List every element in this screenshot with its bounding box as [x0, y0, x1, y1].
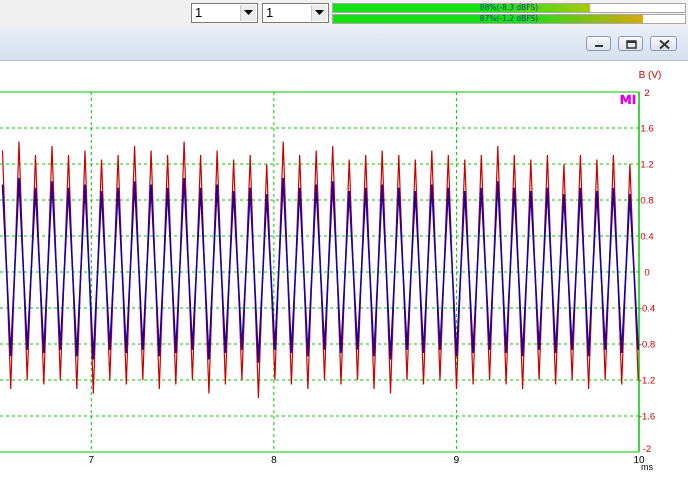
level-meter-1-label: 88%(-8.3 dBFS) — [479, 3, 539, 12]
waveform-chart[interactable]: B (V) ms MI 21.61.20.80.40-0.4-0.8-1.2-1… — [0, 61, 688, 487]
chevron-down-icon[interactable] — [240, 5, 256, 21]
y-tick-label: -0.4 — [639, 304, 655, 315]
channel-combo-2-value: 1 — [266, 5, 274, 20]
toolbar: 1 1 88%(-8.3 dBFS) 87%(-1.2 dBFS) — [0, 0, 688, 28]
marker-label[interactable]: MI — [620, 93, 637, 107]
window-titlebar[interactable] — [0, 27, 688, 61]
waveform-trace-core — [1, 177, 639, 363]
y-tick-label: -1.2 — [639, 376, 655, 387]
minimize-button[interactable] — [586, 36, 611, 51]
y-tick-label: -2 — [643, 444, 651, 455]
y-tick-label: 0.8 — [640, 196, 653, 207]
restore-button[interactable] — [618, 36, 643, 51]
x-tick-label: 10 — [633, 455, 645, 466]
y-tick-label: 2 — [644, 88, 649, 99]
y-tick-label: -1.6 — [639, 412, 655, 423]
x-tick-label: 9 — [454, 455, 460, 466]
close-button[interactable] — [650, 36, 677, 51]
scope-window: B (V) ms MI 2 1.6 1.2 0.8 0.4 0 -0.4 -0.8 -1.2 -1… — [0, 27, 688, 487]
y-tick-label: 0.4 — [640, 232, 653, 243]
y-tick-label: -0.8 — [639, 340, 655, 351]
close-icon — [659, 39, 670, 50]
y-axis-label: B (V) — [639, 70, 662, 81]
channel-combo-1-value: 1 — [195, 5, 203, 20]
plot-area[interactable]: B (V) ms MI 2 1.6 1.2 0.8 0.4 0 -0.4 -0.8 -1.2 -1… — [0, 61, 688, 487]
x-tick-label: 7 — [89, 455, 95, 466]
channel-combo-2[interactable]: 1 — [262, 3, 329, 23]
chevron-down-icon[interactable] — [311, 5, 327, 21]
y-tick-label: 1.6 — [640, 124, 653, 135]
y-tick-label: 1.2 — [640, 160, 653, 171]
level-meter-2-label: 87%(-1.2 dBFS) — [479, 14, 539, 23]
minimize-icon — [595, 45, 603, 47]
level-meter-1: 88%(-8.3 dBFS) — [332, 3, 686, 13]
restore-icon — [626, 40, 637, 49]
level-meter-2: 87%(-1.2 dBFS) — [332, 14, 686, 24]
channel-combo-1[interactable]: 1 — [191, 3, 258, 23]
x-tick-label: 8 — [271, 455, 277, 466]
y-tick-label: 0 — [644, 268, 649, 279]
